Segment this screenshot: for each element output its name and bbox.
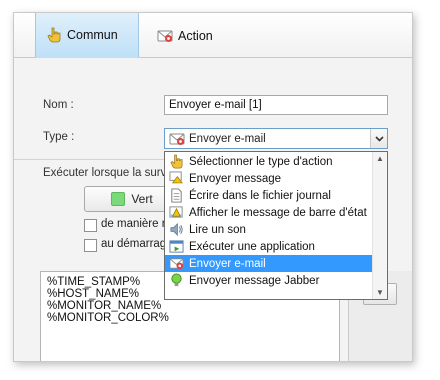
message-warning-icon [169, 171, 184, 186]
action-dialog: Commun Action Nom : Envoyer e-mail [1] T… [13, 12, 413, 362]
email-icon [169, 256, 184, 271]
email-icon [169, 131, 185, 147]
dropdown-item-label: Envoyer message [189, 172, 282, 185]
name-field[interactable]: Envoyer e-mail [1] [164, 95, 388, 115]
tab-bar: Commun Action [14, 13, 412, 58]
name-label: Nom : [43, 99, 74, 111]
dropdown-item-label: Envoyer message Jabber [189, 274, 320, 287]
tab-action-label: Action [178, 28, 213, 43]
hand-pointer-icon [46, 27, 62, 43]
dropdown-item-label: Envoyer e-mail [189, 257, 266, 270]
dropdown-item-label: Afficher le message de barre d'état [189, 206, 367, 219]
variable-line: %MONITOR_NAME% [47, 300, 162, 312]
statusbar-warning-icon [169, 205, 184, 220]
tab-commun-label: Commun [67, 28, 118, 42]
dropdown-item-send-jabber[interactable]: Envoyer message Jabber [165, 272, 373, 289]
type-select[interactable]: Envoyer e-mail [164, 128, 388, 149]
email-icon [157, 28, 173, 44]
hand-pointer-icon [169, 154, 184, 169]
dropdown-item-send-message[interactable]: Envoyer message [165, 170, 373, 187]
type-label: Type : [43, 131, 75, 143]
speaker-icon [169, 222, 184, 237]
type-dropdown-list: Sélectionner le type d'action Envoyer me… [164, 151, 388, 300]
dropdown-item-label: Écrire dans le fichier journal [189, 189, 331, 202]
dropdown-item-run-application[interactable]: Exécuter une application [165, 238, 373, 255]
dropdown-item-send-email[interactable]: Envoyer e-mail [165, 255, 373, 272]
dropdown-item-label: Lire un son [189, 223, 246, 236]
variable-line: %MONITOR_COLOR% [47, 312, 169, 324]
execute-label: Exécuter lorsque la surve [43, 167, 173, 179]
section-divider [14, 159, 164, 160]
dropdown-item-select-type[interactable]: Sélectionner le type d'action [165, 153, 373, 170]
log-file-icon [169, 188, 184, 203]
dropdown-item-label: Exécuter une application [189, 240, 315, 253]
scroll-down-arrow-icon[interactable]: ▼ [376, 288, 384, 297]
startup-checkbox[interactable] [84, 239, 97, 252]
chevron-down-icon[interactable] [370, 129, 387, 148]
repeat-checkbox-label: de manière ré [101, 218, 172, 230]
dropdown-item-play-sound[interactable]: Lire un son [165, 221, 373, 238]
jabber-bulb-icon [169, 273, 184, 288]
dropdown-item-statusbar-message[interactable]: Afficher le message de barre d'état [165, 204, 373, 221]
application-icon [169, 239, 184, 254]
color-swatch [111, 192, 126, 206]
startup-checkbox-label: au démarrage [101, 238, 173, 250]
dropdown-item-label: Sélectionner le type d'action [189, 155, 333, 168]
dropdown-scrollbar[interactable]: ▲ ▼ [372, 152, 387, 299]
dropdown-item-write-log[interactable]: Écrire dans le fichier journal [165, 187, 373, 204]
color-button-label: Vert [131, 192, 153, 206]
scroll-up-arrow-icon[interactable]: ▲ [376, 154, 384, 163]
tab-action[interactable]: Action [147, 13, 237, 58]
tab-commun[interactable]: Commun [35, 13, 139, 58]
type-select-value: Envoyer e-mail [189, 132, 266, 145]
repeat-checkbox[interactable] [84, 219, 97, 232]
